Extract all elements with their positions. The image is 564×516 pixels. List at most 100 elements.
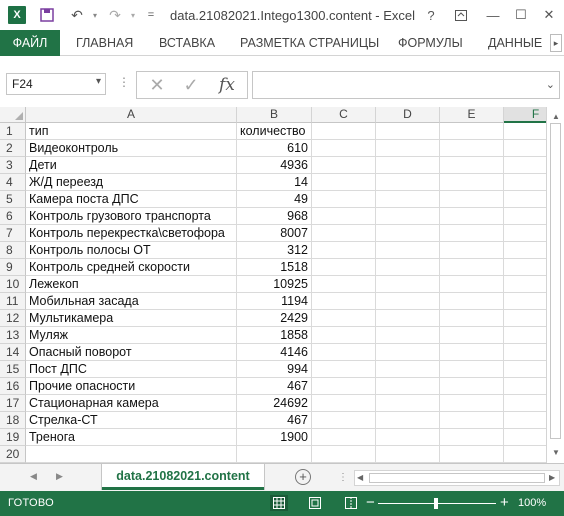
cell-empty[interactable]	[504, 259, 546, 276]
save-icon[interactable]	[36, 4, 58, 26]
ribbon-scroll-right-button[interactable]: ▸	[550, 34, 562, 52]
row-header[interactable]: 20	[0, 446, 26, 463]
cell-empty[interactable]	[504, 378, 546, 395]
row-header[interactable]: 12	[0, 310, 26, 327]
row-header[interactable]: 7	[0, 225, 26, 242]
cell-type[interactable]: Видеоконтроль	[26, 140, 237, 157]
column-header-d[interactable]: D	[376, 107, 440, 123]
normal-view-icon[interactable]	[270, 495, 288, 511]
cell-type[interactable]	[26, 446, 237, 463]
cell-empty[interactable]	[312, 293, 376, 310]
zoom-out-button[interactable]: −	[366, 494, 375, 511]
cell-empty[interactable]	[440, 259, 504, 276]
row-header[interactable]: 16	[0, 378, 26, 395]
cell-empty[interactable]	[504, 412, 546, 429]
row-header[interactable]: 17	[0, 395, 26, 412]
cell-empty[interactable]	[312, 242, 376, 259]
cell-empty[interactable]	[376, 208, 440, 225]
cell-empty[interactable]	[312, 191, 376, 208]
cell-empty[interactable]	[312, 140, 376, 157]
cell-type[interactable]: Контроль грузового транспорта	[26, 208, 237, 225]
cell-count[interactable]: 968	[237, 208, 312, 225]
row-header[interactable]: 13	[0, 327, 26, 344]
cell-type[interactable]: тип	[26, 123, 237, 140]
cell-type[interactable]: Лежекоп	[26, 276, 237, 293]
scroll-right-icon[interactable]: ▶	[549, 473, 555, 482]
cell-type[interactable]: Дети	[26, 157, 237, 174]
cell-empty[interactable]	[504, 293, 546, 310]
row-header[interactable]: 1	[0, 123, 26, 140]
cell-count[interactable]: 2429	[237, 310, 312, 327]
cell-empty[interactable]	[440, 208, 504, 225]
cell-empty[interactable]	[440, 242, 504, 259]
tab-page-layout[interactable]: РАЗМЕТКА СТРАНИЦЫ	[240, 30, 379, 56]
cell-empty[interactable]	[312, 361, 376, 378]
cell-empty[interactable]	[504, 174, 546, 191]
cell-empty[interactable]	[504, 242, 546, 259]
tab-insert[interactable]: ВСТАВКА	[159, 30, 215, 56]
name-box-dropdown-icon[interactable]: ▾	[96, 76, 101, 87]
cell-count[interactable]: 467	[237, 412, 312, 429]
cell-count[interactable]: 312	[237, 242, 312, 259]
cell-empty[interactable]	[440, 378, 504, 395]
customize-toolbar-icon[interactable]: =	[140, 4, 162, 26]
horizontal-scroll-thumb[interactable]	[369, 473, 545, 483]
cell-count[interactable]: количество	[237, 123, 312, 140]
cell-empty[interactable]	[504, 123, 546, 140]
cell-empty[interactable]	[504, 446, 546, 463]
cell-type[interactable]: Стрелка-СТ	[26, 412, 237, 429]
prev-sheet-icon[interactable]: ◀	[30, 471, 37, 482]
cell-empty[interactable]	[312, 446, 376, 463]
cell-count[interactable]: 10925	[237, 276, 312, 293]
help-button[interactable]: ?	[418, 4, 444, 26]
cell-empty[interactable]	[440, 157, 504, 174]
cell-empty[interactable]	[376, 412, 440, 429]
cell-count[interactable]: 4936	[237, 157, 312, 174]
cell-empty[interactable]	[440, 361, 504, 378]
cell-count[interactable]: 24692	[237, 395, 312, 412]
row-header[interactable]: 5	[0, 191, 26, 208]
tab-split-grip-icon[interactable]: ⋮	[338, 472, 348, 483]
cell-type[interactable]: Ж/Д переезд	[26, 174, 237, 191]
cell-empty[interactable]	[312, 310, 376, 327]
row-header[interactable]: 11	[0, 293, 26, 310]
cell-type[interactable]: Опасный поворот	[26, 344, 237, 361]
cell-empty[interactable]	[504, 344, 546, 361]
cell-empty[interactable]	[504, 310, 546, 327]
cell-empty[interactable]	[376, 259, 440, 276]
page-layout-view-icon[interactable]	[306, 495, 324, 511]
excel-logo-icon[interactable]: X	[8, 6, 26, 24]
cell-empty[interactable]	[312, 208, 376, 225]
cell-empty[interactable]	[312, 344, 376, 361]
cell-empty[interactable]	[440, 446, 504, 463]
cell-empty[interactable]	[440, 191, 504, 208]
cell-type[interactable]: Контроль перекрестка\светофора	[26, 225, 237, 242]
cell-empty[interactable]	[440, 327, 504, 344]
confirm-entry-button[interactable]: ✓	[177, 74, 205, 96]
cell-empty[interactable]	[504, 429, 546, 446]
spreadsheet-grid[interactable]: A B C D E F 1 тип количество 2 Видеоконтроль…	[0, 107, 546, 463]
cell-empty[interactable]	[440, 429, 504, 446]
tab-home[interactable]: ГЛАВНАЯ	[76, 30, 133, 56]
cell-empty[interactable]	[312, 378, 376, 395]
cell-empty[interactable]	[312, 259, 376, 276]
insert-function-button[interactable]: fx	[213, 74, 241, 96]
close-button[interactable]: ✕	[536, 4, 562, 26]
cell-empty[interactable]	[312, 225, 376, 242]
row-header[interactable]: 4	[0, 174, 26, 191]
ribbon-display-options-button[interactable]	[448, 4, 474, 26]
column-header-e[interactable]: E	[440, 107, 504, 123]
add-sheet-button[interactable]: +	[295, 469, 311, 485]
row-header[interactable]: 3	[0, 157, 26, 174]
horizontal-scrollbar[interactable]: ◀ ▶	[354, 470, 560, 486]
cell-empty[interactable]	[504, 361, 546, 378]
cell-empty[interactable]	[376, 225, 440, 242]
cell-count[interactable]: 4146	[237, 344, 312, 361]
cell-type[interactable]: Пост ДПС	[26, 361, 237, 378]
cell-empty[interactable]	[440, 395, 504, 412]
tab-formulas[interactable]: ФОРМУЛЫ	[398, 30, 463, 56]
cell-count[interactable]: 1194	[237, 293, 312, 310]
row-header[interactable]: 6	[0, 208, 26, 225]
cell-empty[interactable]	[376, 276, 440, 293]
sheet-tab-active[interactable]: data.21082021.content	[102, 464, 264, 490]
